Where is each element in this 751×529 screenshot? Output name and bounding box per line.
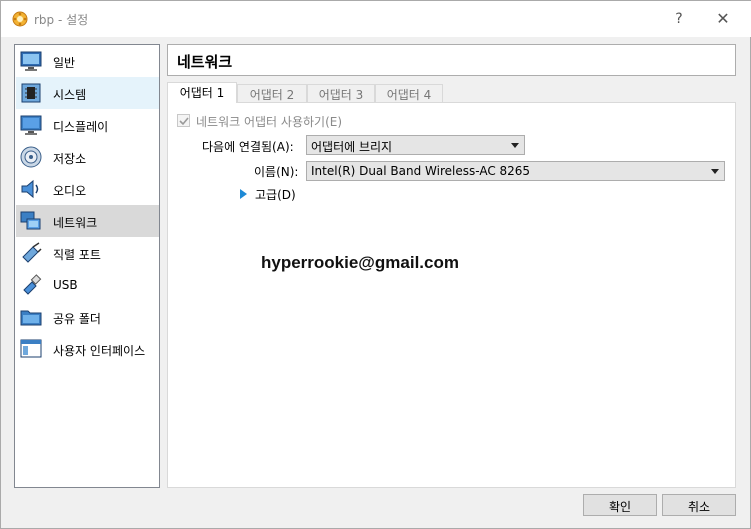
category-list: 일반 시스템 디스플레이 저장소 오디오 네트워크 직렬 포트 USB 공유 폴… [14,44,160,488]
adapter-name-label: 이름(N): [254,165,299,179]
speaker-icon [21,179,39,199]
sidebar-item-label: 디스플레이 [53,120,109,134]
sidebar-item-usb[interactable]: USB [16,269,159,301]
sidebar-item-label: 일반 [53,56,76,70]
checkmark-icon [179,117,189,126]
usb-icon [23,274,42,295]
attached-to-select[interactable]: 어댑터에 브리지 [306,135,525,155]
sidebar-item-serial-ports[interactable]: 직렬 포트 [16,237,159,269]
disk-icon [20,146,42,168]
tab-adapter-2[interactable]: 어댑터 2 [237,84,307,102]
sidebar-item-network[interactable]: 네트워크 [16,205,159,237]
folder-icon [20,310,42,326]
sidebar-item-storage[interactable]: 저장소 [16,141,159,173]
sidebar-item-label: 직렬 포트 [53,248,101,262]
window-title: rbp - 설정 [34,13,89,27]
tab-adapter-4[interactable]: 어댑터 4 [375,84,443,102]
expand-arrow-icon [240,189,247,199]
settings-dialog: rbp - 설정 ? ✕ 일반 시스템 디스플레이 저장소 오디오 네트워크 직… [0,0,751,529]
network-icon [20,211,41,230]
sidebar-item-label: 시스템 [53,88,87,102]
enable-adapter-checkbox[interactable] [177,114,190,127]
sidebar-item-label: USB [53,278,78,292]
sidebar-item-label: 네트워크 [53,216,98,230]
sidebar-item-audio[interactable]: 오디오 [16,173,159,205]
help-button[interactable]: ? [669,9,689,29]
sidebar-item-system[interactable]: 시스템 [16,77,159,109]
sidebar-item-user-interface[interactable]: 사용자 인터페이스 [16,333,159,365]
attached-to-label: 다음에 연결됨(A): [202,140,294,154]
sidebar-item-general[interactable]: 일반 [16,45,159,77]
sidebar-item-shared-folders[interactable]: 공유 폴더 [16,301,159,333]
serial-port-icon [22,242,42,263]
tab-adapter-1[interactable]: 어댑터 1 [167,82,237,103]
page-title: 네트워크 [167,44,736,76]
sidebar-item-label: 오디오 [53,184,87,198]
ui-window-icon [20,339,42,358]
title-bar: rbp - 설정 ? ✕ [1,1,751,37]
adapter-name-value: Intel(R) Dual Band Wireless-AC 8265 [311,164,531,178]
ok-button[interactable]: 확인 [583,494,657,516]
chevron-down-icon [511,143,519,148]
adapter-tab-panel [167,102,736,488]
monitor-icon [20,51,42,71]
sidebar-item-label: 저장소 [53,152,87,166]
display-icon [20,115,42,135]
close-button[interactable]: ✕ [713,9,733,29]
tab-adapter-3[interactable]: 어댑터 3 [307,84,375,102]
cancel-button[interactable]: 취소 [662,494,736,516]
attached-to-value: 어댑터에 브리지 [311,140,393,154]
chevron-down-icon [711,169,719,174]
sidebar-item-label: 사용자 인터페이스 [53,344,146,358]
enable-adapter-label: 네트워크 어댑터 사용하기(E) [196,115,343,129]
chip-icon [21,83,41,103]
advanced-label: 고급(D) [255,188,296,202]
watermark-email: hyperrookie@gmail.com [261,253,459,272]
sidebar-item-display[interactable]: 디스플레이 [16,109,159,141]
adapter-name-select[interactable]: Intel(R) Dual Band Wireless-AC 8265 [306,161,725,181]
virtualbox-app-icon [12,11,28,27]
sidebar-item-label: 공유 폴더 [53,312,101,326]
